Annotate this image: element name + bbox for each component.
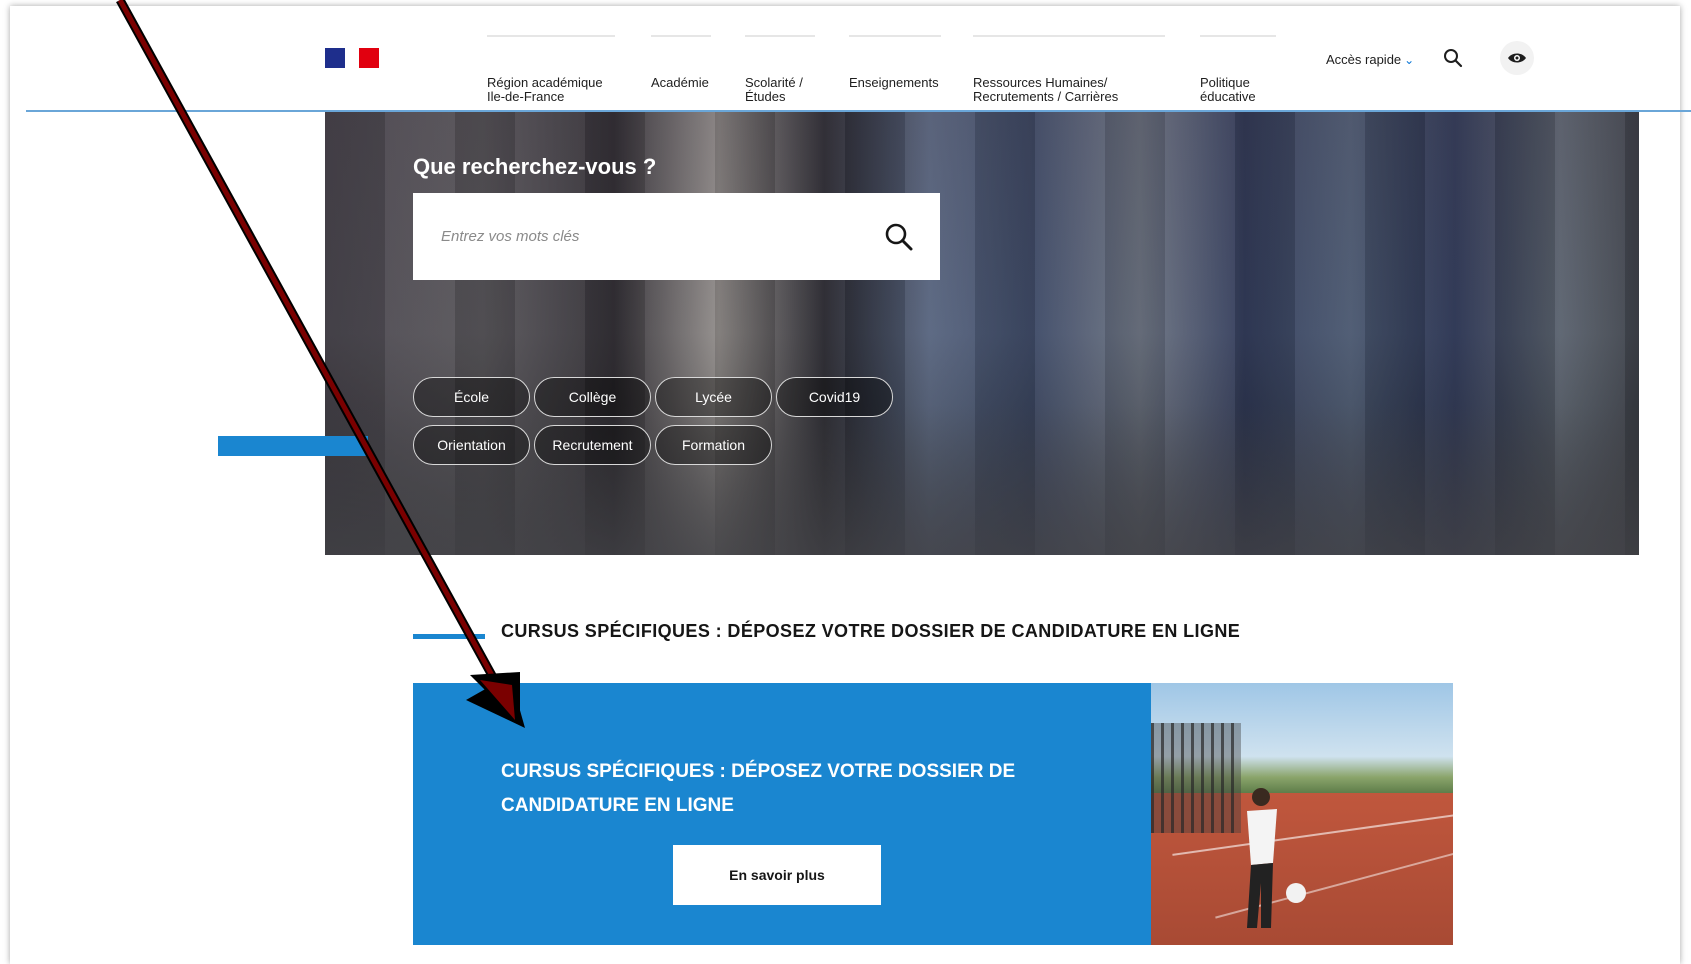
search-submit-button[interactable]: [879, 217, 919, 257]
nav-region-academique[interactable]: Région académique Ile-de-France: [487, 35, 615, 104]
header-search-button[interactable]: [1436, 41, 1470, 75]
nav-label: Région académique Ile-de-France: [487, 75, 603, 104]
eye-icon: [1508, 53, 1526, 63]
tag-lycee[interactable]: Lycée: [655, 377, 772, 417]
nav-scolarite-etudes[interactable]: Scolarité / Études: [745, 35, 815, 104]
search-icon: [1444, 49, 1463, 68]
chevron-down-icon: ⌄: [1404, 53, 1415, 67]
nav-enseignements[interactable]: Enseignements: [849, 35, 941, 90]
promo-card-title: CURSUS SPÉCIFIQUES : DÉPOSEZ VOTRE DOSSI…: [501, 761, 1016, 816]
hero-search-box: [413, 193, 940, 280]
accessibility-button[interactable]: [1500, 41, 1534, 75]
quick-access-menu[interactable]: Accès rapide ⌄: [1326, 52, 1414, 67]
tag-recrutement[interactable]: Recrutement: [534, 425, 651, 465]
nav-label: Scolarité / Études: [745, 75, 803, 104]
nav-ressources-humaines[interactable]: Ressources Humaines/ Recrutements / Carr…: [973, 35, 1165, 104]
athlete-figure: [1247, 788, 1277, 928]
nav-academie[interactable]: Académie: [651, 35, 711, 90]
promo-card: CURSUS SPÉCIFIQUES : DÉPOSEZ VOTRE DOSSI…: [413, 683, 1151, 945]
search-input[interactable]: [441, 218, 861, 254]
nav-label: Enseignements: [849, 75, 939, 90]
search-icon: [885, 223, 913, 251]
republic-flag-logo[interactable]: [325, 48, 379, 68]
section-accent-bar: [413, 634, 485, 639]
nav-label: Académie: [651, 75, 709, 90]
nav-label: Politique éducative: [1200, 75, 1256, 104]
tag-covid19[interactable]: Covid19: [776, 377, 893, 417]
tag-college[interactable]: Collège: [534, 377, 651, 417]
site-header: Région académique Ile-de-France Académie…: [0, 0, 1691, 112]
decorative-bar: [218, 436, 368, 456]
section-title: CURSUS SPÉCIFIQUES : DÉPOSEZ VOTRE DOSSI…: [501, 621, 1241, 641]
tag-formation[interactable]: Formation: [655, 425, 772, 465]
ball: [1286, 883, 1306, 903]
learn-more-button[interactable]: En savoir plus: [673, 845, 881, 905]
nav-label: Ressources Humaines/ Recrutements / Carr…: [973, 75, 1119, 104]
promo-card-image: [1151, 683, 1453, 945]
hero-title: Que recherchez-vous ?: [413, 154, 657, 179]
quick-access-label: Accès rapide: [1326, 52, 1402, 67]
nav-politique-educative[interactable]: Politique éducative: [1200, 35, 1276, 104]
tag-orientation[interactable]: Orientation: [413, 425, 530, 465]
tag-ecole[interactable]: École: [413, 377, 530, 417]
